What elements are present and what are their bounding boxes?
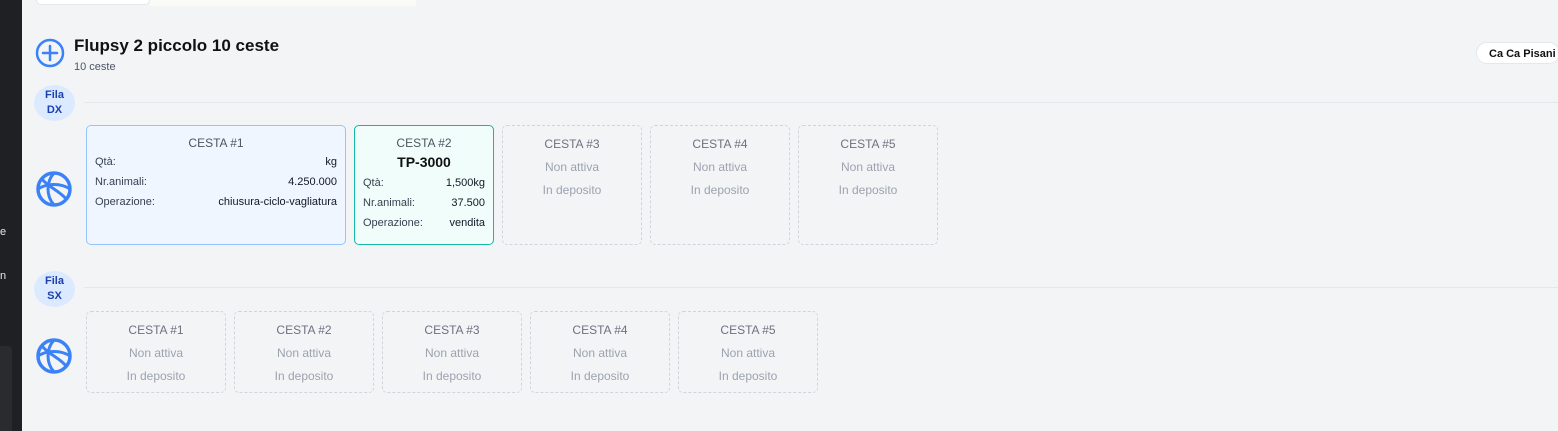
basket-status: Non attiva — [840, 160, 896, 174]
basket-title: CESTA #5 — [840, 137, 896, 151]
basket-location: In deposito — [718, 369, 778, 383]
field-label: Operazione: — [95, 196, 155, 208]
row-badge-side: DX — [46, 104, 63, 116]
sidebar-panel — [0, 346, 12, 431]
basket-card-sx-1[interactable]: CESTA #1 Non attiva In deposito — [86, 311, 226, 393]
field-value: 37.500 — [451, 197, 485, 209]
basket-status: Non attiva — [692, 160, 748, 174]
basket-title: CESTA #1 — [128, 323, 184, 337]
basket-card-dx-4[interactable]: CESTA #4 Non attiva In deposito — [650, 125, 790, 245]
basket-title: CESTA #2 — [396, 136, 452, 150]
basket-location: In deposito — [274, 369, 334, 383]
basket-card-dx-2[interactable]: CESTA #2 TP-3000 Qtà: 1,500kg Nr.animali:… — [354, 125, 494, 245]
flupsy-subtitle: 10 ceste — [74, 61, 116, 73]
basket-title: CESTA #2 — [276, 323, 332, 337]
basket-status: Non attiva — [276, 346, 332, 360]
basket-location: In deposito — [690, 183, 750, 197]
basket-card-dx-3[interactable]: CESTA #3 Non attiva In deposito — [502, 125, 642, 245]
basket-title: CESTA #1 — [188, 136, 244, 150]
sidebar-text-fragment[interactable]: e — [0, 226, 6, 238]
row-divider — [84, 102, 1558, 103]
basket-location: In deposito — [542, 183, 602, 197]
row-badge-label: Fila — [45, 89, 64, 101]
basket-location: In deposito — [838, 183, 898, 197]
field-value: vendita — [449, 217, 485, 229]
basket-status: Non attiva — [572, 346, 628, 360]
basket-title: CESTA #4 — [572, 323, 628, 337]
basket-card-sx-5[interactable]: CESTA #5 Non attiva In deposito — [678, 311, 818, 393]
basket-card-dx-1[interactable]: CESTA #1 Qtà: kg Nr.animali: 4.250.000 Ope… — [86, 125, 346, 245]
row-badge-sx: Fila SX — [34, 271, 75, 307]
field-label: Nr.animali: — [95, 176, 147, 188]
field-value: 4.250.000 — [288, 176, 337, 188]
basket-card-sx-3[interactable]: CESTA #3 Non attiva In deposito — [382, 311, 522, 393]
basket-title: CESTA #4 — [692, 137, 748, 151]
basket-location: In deposito — [126, 369, 186, 383]
basket-location: In deposito — [422, 369, 482, 383]
row-divider — [84, 287, 1558, 288]
basket-status: Non attiva — [424, 346, 480, 360]
top-strip — [150, 0, 416, 6]
basket-card-dx-5[interactable]: CESTA #5 Non attiva In deposito — [798, 125, 938, 245]
field-value: chiusura-ciclo-vagliatura — [218, 196, 337, 208]
plus-circle-icon[interactable] — [35, 38, 65, 68]
basket-code: TP-3000 — [397, 154, 451, 170]
basket-title: CESTA #3 — [544, 137, 600, 151]
basket-location: In deposito — [570, 369, 630, 383]
globe-icon — [36, 171, 72, 207]
basket-title: CESTA #5 — [720, 323, 776, 337]
field-value: kg — [325, 156, 337, 168]
row-badge-label: Fila — [45, 275, 64, 287]
app-sidebar: e n — [0, 0, 22, 431]
location-badge: Ca Ca Pisani — [1476, 42, 1558, 64]
field-value: 1,500kg — [445, 177, 485, 189]
basket-title: CESTA #3 — [424, 323, 480, 337]
field-label: Qtà: — [95, 156, 116, 168]
field-label: Qtà: — [363, 177, 384, 189]
sidebar-text-fragment[interactable]: n — [0, 270, 6, 282]
top-control[interactable] — [36, 0, 150, 5]
row-badge-side: SX — [47, 290, 62, 302]
basket-card-sx-2[interactable]: CESTA #2 Non attiva In deposito — [234, 311, 374, 393]
globe-icon — [36, 338, 72, 374]
field-label: Nr.animali: — [363, 197, 415, 209]
flupsy-title: Flupsy 2 piccolo 10 ceste — [74, 36, 280, 55]
basket-status: Non attiva — [128, 346, 184, 360]
row-badge-dx: Fila DX — [34, 85, 75, 121]
basket-status: Non attiva — [720, 346, 776, 360]
field-label: Operazione: — [363, 217, 423, 229]
basket-card-sx-4[interactable]: CESTA #4 Non attiva In deposito — [530, 311, 670, 393]
basket-status: Non attiva — [544, 160, 600, 174]
